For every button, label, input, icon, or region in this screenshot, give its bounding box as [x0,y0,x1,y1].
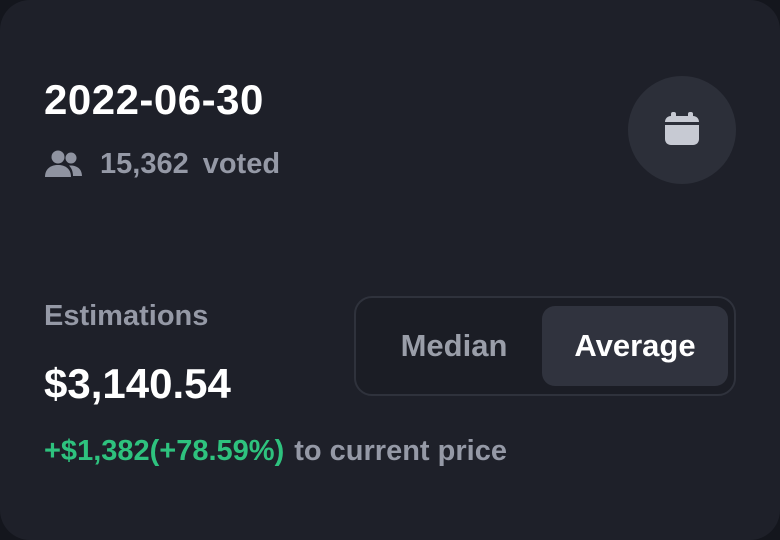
voted-count: 15,362 [100,147,189,180]
price-change-amount: +$1,382(+78.59%) [44,435,285,467]
estimation-value: $3,140.54 [44,360,231,407]
calendar-icon [663,109,701,152]
target-date: 2022-06-30 [44,76,264,123]
estimation-card: 2022-06-30 15,362 voted Estimations $3,1… [0,0,780,540]
estimations-label: Estimations [44,300,209,332]
users-icon [44,150,84,178]
price-change: +$1,382(+78.59%) to current price [44,430,507,472]
estimation-mode-toggle: Median Average [354,296,736,396]
price-change-suffix: to current price [294,435,507,467]
median-option[interactable]: Median [368,306,540,386]
voted-summary: 15,362 voted [44,144,280,184]
calendar-button[interactable] [628,76,736,184]
average-option[interactable]: Average [542,306,728,386]
voted-label: voted [202,147,281,180]
